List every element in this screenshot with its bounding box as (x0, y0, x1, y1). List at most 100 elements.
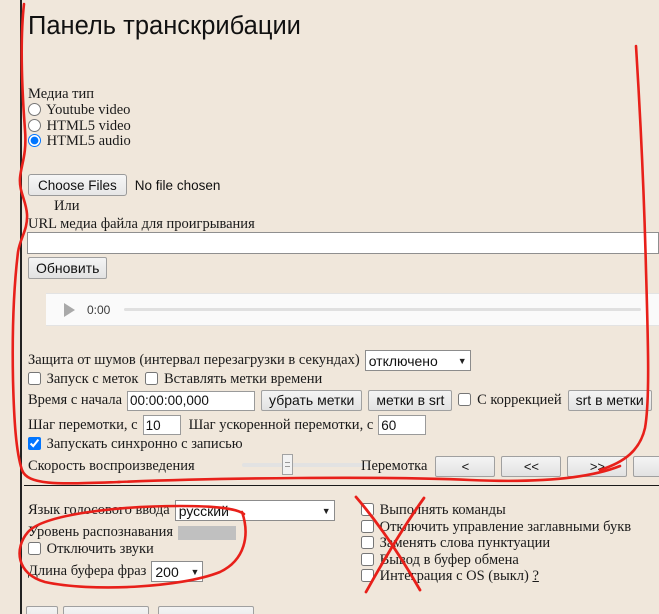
bottom-toolbar[interactable] (26, 606, 254, 614)
file-status-text: No file chosen (134, 177, 221, 193)
marks-checkbox-row[interactable]: Запуск с меток Вставлять метки времени (28, 371, 322, 388)
checkbox-sync-record-input[interactable] (28, 437, 41, 450)
checkbox-with-correction-label: С коррекцией (477, 392, 562, 408)
chevron-down-icon: ▼ (190, 566, 200, 577)
media-type-legend: Медиа тип (28, 86, 94, 103)
play-icon[interactable] (64, 302, 75, 317)
refresh-button[interactable]: Обновить (28, 257, 108, 279)
os-integration-help-link[interactable]: ? (532, 568, 538, 584)
checkbox-sync-record-label: Запускать синхронно с записью (46, 436, 243, 452)
phrase-buffer-row[interactable]: Длина буфера фраз 200 ▼ (28, 561, 204, 582)
bottom-button-1[interactable] (26, 606, 58, 614)
choose-files-button[interactable]: Choose Files (28, 174, 127, 196)
voice-language-row[interactable]: Язык голосового ввода русский ▼ (28, 500, 335, 521)
checkbox-replace-punctuation[interactable]: Заменять слова пунктуации (361, 535, 631, 552)
url-label-row: URL медиа файла для проигрывания (28, 216, 255, 233)
checkbox-disable-capitals-input[interactable] (361, 519, 374, 533)
or-label: Или (54, 198, 80, 214)
checkbox-execute-commands-input[interactable] (361, 503, 374, 516)
seek-forward-button[interactable]: >> (567, 456, 628, 477)
remove-marks-button[interactable]: убрать метки (261, 390, 363, 411)
checkbox-execute-commands-label: Выполнять команды (379, 502, 506, 518)
checkbox-execute-commands[interactable]: Выполнять команды (361, 502, 631, 519)
checkbox-start-from-marks[interactable]: Запуск с меток (28, 371, 138, 388)
radio-html5-audio-input[interactable] (28, 134, 41, 147)
radio-html5-video-input[interactable] (28, 118, 41, 132)
seek-step-label: Шаг перемотки, с (28, 416, 138, 433)
noise-protection-row[interactable]: Защита от шумов (интервал перезагрузки в… (28, 350, 471, 371)
seek-fast-back-button[interactable]: << (501, 456, 562, 477)
phrase-buffer-value: 200 (155, 563, 179, 580)
seek-step-input[interactable] (142, 415, 181, 435)
playback-speed-label: Скорость воспроизведения (28, 458, 195, 474)
checkbox-insert-timestamps[interactable]: Вставлять метки времени (145, 371, 322, 388)
page-title: Панель транскрибации (28, 12, 301, 40)
seek-fast-forward-button[interactable] (633, 456, 659, 477)
time-from-start-input[interactable] (127, 390, 256, 411)
radio-youtube-video[interactable]: Youtube video (28, 102, 131, 119)
seek-controls-row[interactable]: Перемотка < << >> (361, 456, 659, 477)
checkbox-disable-capitals-label: Отключить управление заглавными букв (379, 518, 632, 535)
voice-language-select[interactable]: русский ▼ (174, 500, 335, 521)
bottom-button-2[interactable] (63, 606, 149, 614)
marks-to-srt-button[interactable]: метки в srt (368, 390, 453, 411)
checkbox-mute-sounds[interactable]: Отключить звуки (28, 541, 154, 558)
checkbox-insert-timestamps-label: Вставлять метки времени (164, 371, 323, 387)
checkbox-insert-timestamps-input[interactable] (145, 372, 159, 385)
srt-to-marks-button[interactable]: srt в метки (567, 390, 652, 411)
phrase-buffer-select[interactable]: 200 ▼ (151, 561, 204, 582)
media-type-radio-group[interactable]: Youtube video HTML5 video HTML5 audio (28, 102, 131, 150)
checkbox-os-integration[interactable]: Интеграция с OS (выкл) ? (361, 568, 631, 585)
checkbox-with-correction-input[interactable] (458, 393, 472, 406)
voice-options-group[interactable]: Выполнять команды Отключить управление з… (361, 502, 631, 585)
checkbox-output-to-clipboard[interactable]: Вывод в буфер обмена (361, 552, 631, 569)
page-left-margin (0, 0, 22, 614)
audio-player[interactable]: 0:00 (46, 293, 659, 326)
chevron-down-icon: ▼ (321, 505, 331, 516)
mute-sounds-row[interactable]: Отключить звуки (28, 541, 154, 558)
panel-content: Панель транскрибации Медиа тип Youtube v… (24, 0, 659, 614)
or-separator: Или (54, 198, 79, 215)
checkbox-start-from-marks-input[interactable] (28, 372, 41, 385)
recognition-level-label: Уровень распознавания (28, 524, 174, 540)
media-url-input[interactable] (27, 232, 659, 254)
radio-html5-audio-label: HTML5 audio (46, 133, 131, 149)
radio-html5-audio[interactable]: HTML5 audio (28, 133, 131, 150)
transcription-panel-page: Панель транскрибации Медиа тип Youtube v… (0, 0, 659, 614)
noise-interval-value: отключено (368, 352, 438, 369)
radio-youtube-video-input[interactable] (28, 103, 41, 116)
media-type-label: Медиа тип (28, 86, 95, 102)
playback-speed-slider-thumb[interactable] (282, 454, 293, 475)
file-chooser-row[interactable]: Choose Files No file chosen (28, 174, 220, 196)
playback-speed-slider[interactable] (242, 454, 370, 475)
recognition-level-row: Уровень распознавания (28, 524, 237, 541)
radio-html5-video-label: HTML5 video (46, 117, 131, 134)
bottom-button-3[interactable] (158, 606, 254, 614)
audio-current-time: 0:00 (87, 302, 111, 317)
checkbox-replace-punctuation-label: Заменять слова пунктуации (379, 535, 551, 551)
checkbox-os-integration-input[interactable] (361, 569, 374, 582)
section-divider (24, 485, 659, 486)
checkbox-mute-sounds-input[interactable] (28, 542, 41, 555)
checkbox-with-correction[interactable]: С коррекцией (458, 392, 562, 409)
noise-interval-select[interactable]: отключено ▼ (364, 350, 471, 371)
checkbox-replace-punctuation-input[interactable] (361, 536, 374, 549)
radio-html5-video[interactable]: HTML5 video (28, 117, 131, 135)
checkbox-mute-sounds-label: Отключить звуки (46, 541, 154, 557)
checkbox-disable-capitals[interactable]: Отключить управление заглавными букв (361, 519, 631, 536)
noise-protection-label: Защита от шумов (интервал перезагрузки в… (28, 352, 360, 368)
time-from-start-row[interactable]: Время с начала убрать метки метки в srt … (28, 390, 652, 411)
url-label: URL медиа файла для проигрывания (28, 216, 255, 232)
seek-label: Перемотка (361, 458, 428, 474)
checkbox-sync-record[interactable]: Запускать синхронно с записью (28, 436, 243, 453)
sync-record-row[interactable]: Запускать синхронно с записью (28, 436, 243, 453)
phrase-buffer-label: Длина буфера фраз (28, 563, 147, 579)
seek-back-button[interactable]: < (435, 456, 496, 477)
seek-step-row[interactable]: Шаг перемотки, с Шаг ускоренной перемотк… (28, 415, 427, 435)
fast-seek-step-input[interactable] (378, 415, 427, 435)
refresh-row[interactable]: Обновить (28, 257, 108, 279)
checkbox-output-to-clipboard-input[interactable] (361, 552, 374, 566)
chevron-down-icon: ▼ (457, 355, 467, 366)
checkbox-os-integration-label: Интеграция с OS (выкл) (379, 568, 529, 584)
audio-progress-track[interactable] (124, 308, 641, 311)
